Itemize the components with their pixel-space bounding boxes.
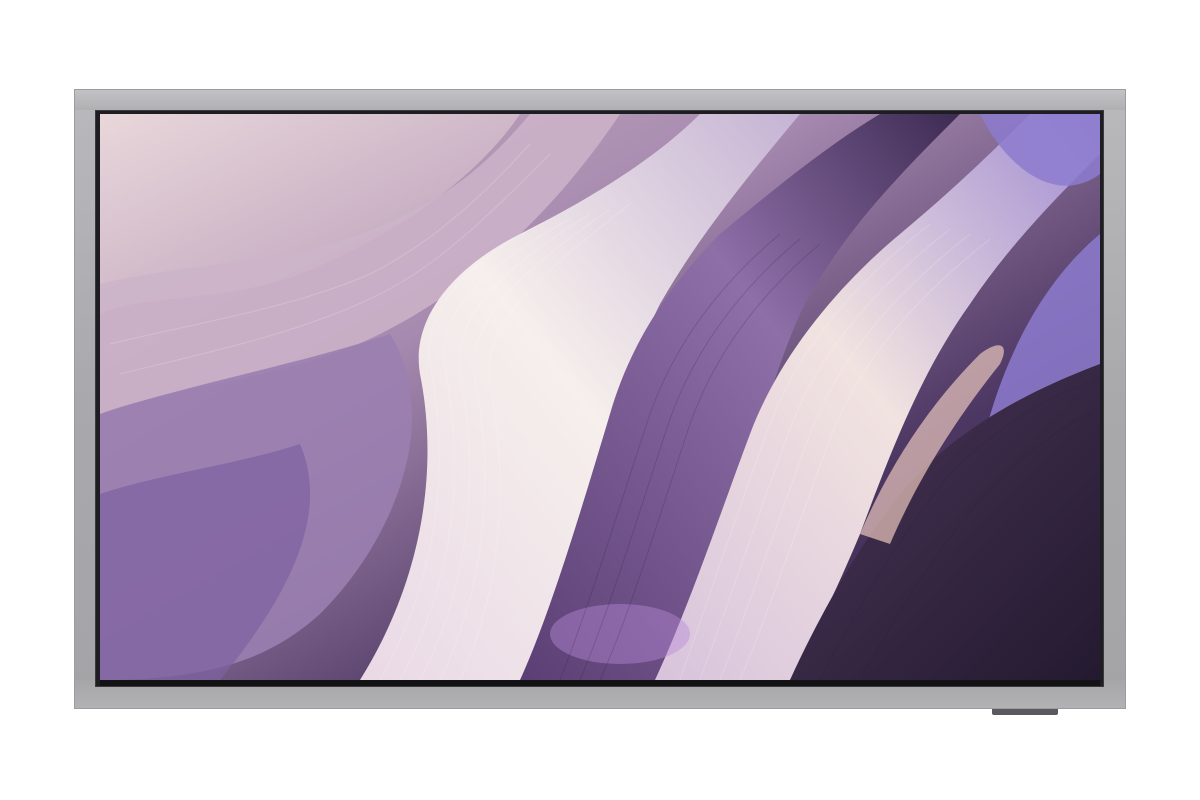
product-stage xyxy=(0,0,1200,800)
wallpaper-image xyxy=(100,114,1100,680)
screen-bottom-edge xyxy=(100,680,1100,686)
display-screen xyxy=(100,114,1100,680)
frame-top-edge xyxy=(75,90,1125,110)
sensor-module xyxy=(992,709,1058,715)
